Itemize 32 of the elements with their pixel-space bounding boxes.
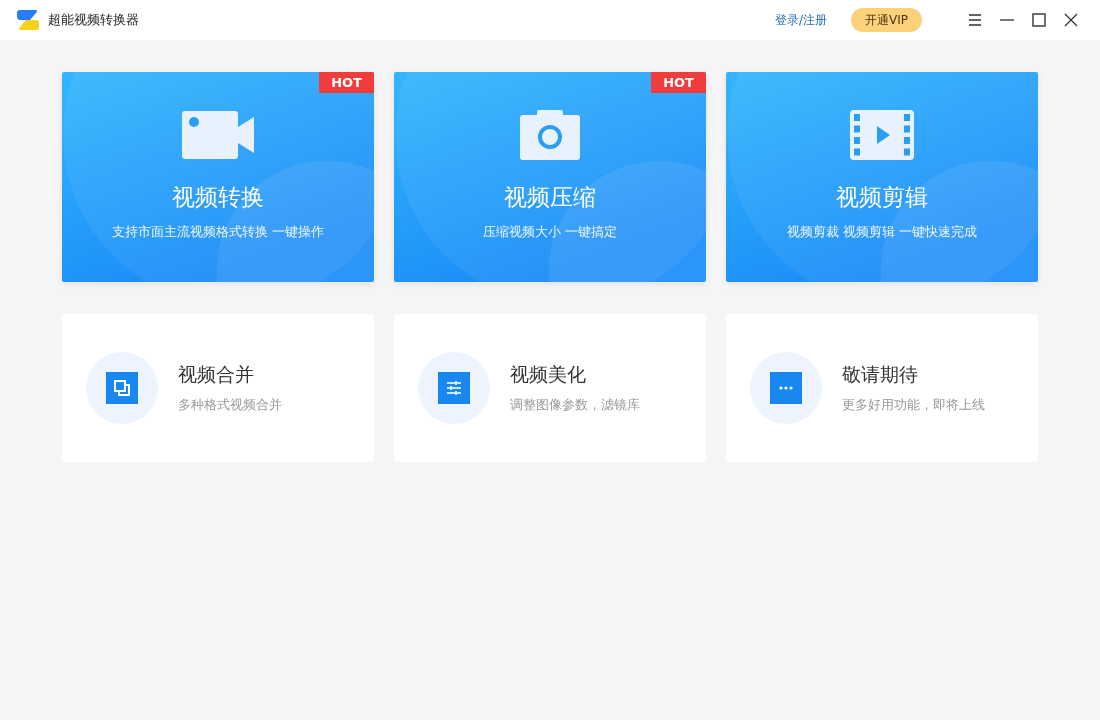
hot-badge: HOT	[651, 72, 706, 93]
maximize-icon[interactable]	[1032, 13, 1046, 27]
menu-icon[interactable]	[968, 13, 982, 27]
tool-card[interactable]: 视频美化 调整图像参数，滤镜库	[394, 314, 706, 462]
sliders-icon	[438, 372, 470, 404]
feature-description: 视频剪裁 视频剪辑 一键快速完成	[786, 223, 978, 241]
feature-title: 视频转换	[172, 183, 264, 212]
camera-icon	[520, 110, 580, 160]
overlapping-squares-icon	[106, 372, 138, 404]
tool-description: 调整图像参数，滤镜库	[510, 396, 640, 414]
feature-description: 支持市面主流视频格式转换 一键操作	[111, 223, 325, 241]
close-icon[interactable]	[1064, 13, 1078, 27]
app-logo-icon	[16, 8, 40, 32]
feature-description: 压缩视频大小 一键搞定	[482, 223, 618, 241]
video-camera-icon	[182, 110, 254, 160]
feature-card[interactable]: HOT 视频转换 支持市面主流视频格式转换 一键操作	[62, 72, 374, 282]
feature-title: 视频剪辑	[836, 183, 928, 212]
tool-card[interactable]: 敬请期待 更多好用功能，即将上线	[726, 314, 1038, 462]
tool-description: 多种格式视频合并	[178, 396, 282, 414]
tool-title: 视频美化	[510, 362, 587, 387]
tool-description: 更多好用功能，即将上线	[842, 396, 985, 414]
tool-title: 视频合并	[178, 362, 255, 387]
film-strip-icon	[850, 110, 914, 160]
feature-title: 视频压缩	[504, 183, 596, 212]
feature-card[interactable]: HOT 视频压缩 压缩视频大小 一键搞定	[394, 72, 706, 282]
tool-title: 敬请期待	[842, 362, 919, 387]
hot-badge: HOT	[319, 72, 374, 93]
more-icon	[770, 372, 802, 404]
vip-button[interactable]: 开通VIP	[851, 8, 922, 32]
tool-card[interactable]: 视频合并 多种格式视频合并	[62, 314, 374, 462]
login-link[interactable]: 登录/注册	[774, 11, 827, 29]
window-title: 超能视频转换器	[48, 11, 139, 29]
